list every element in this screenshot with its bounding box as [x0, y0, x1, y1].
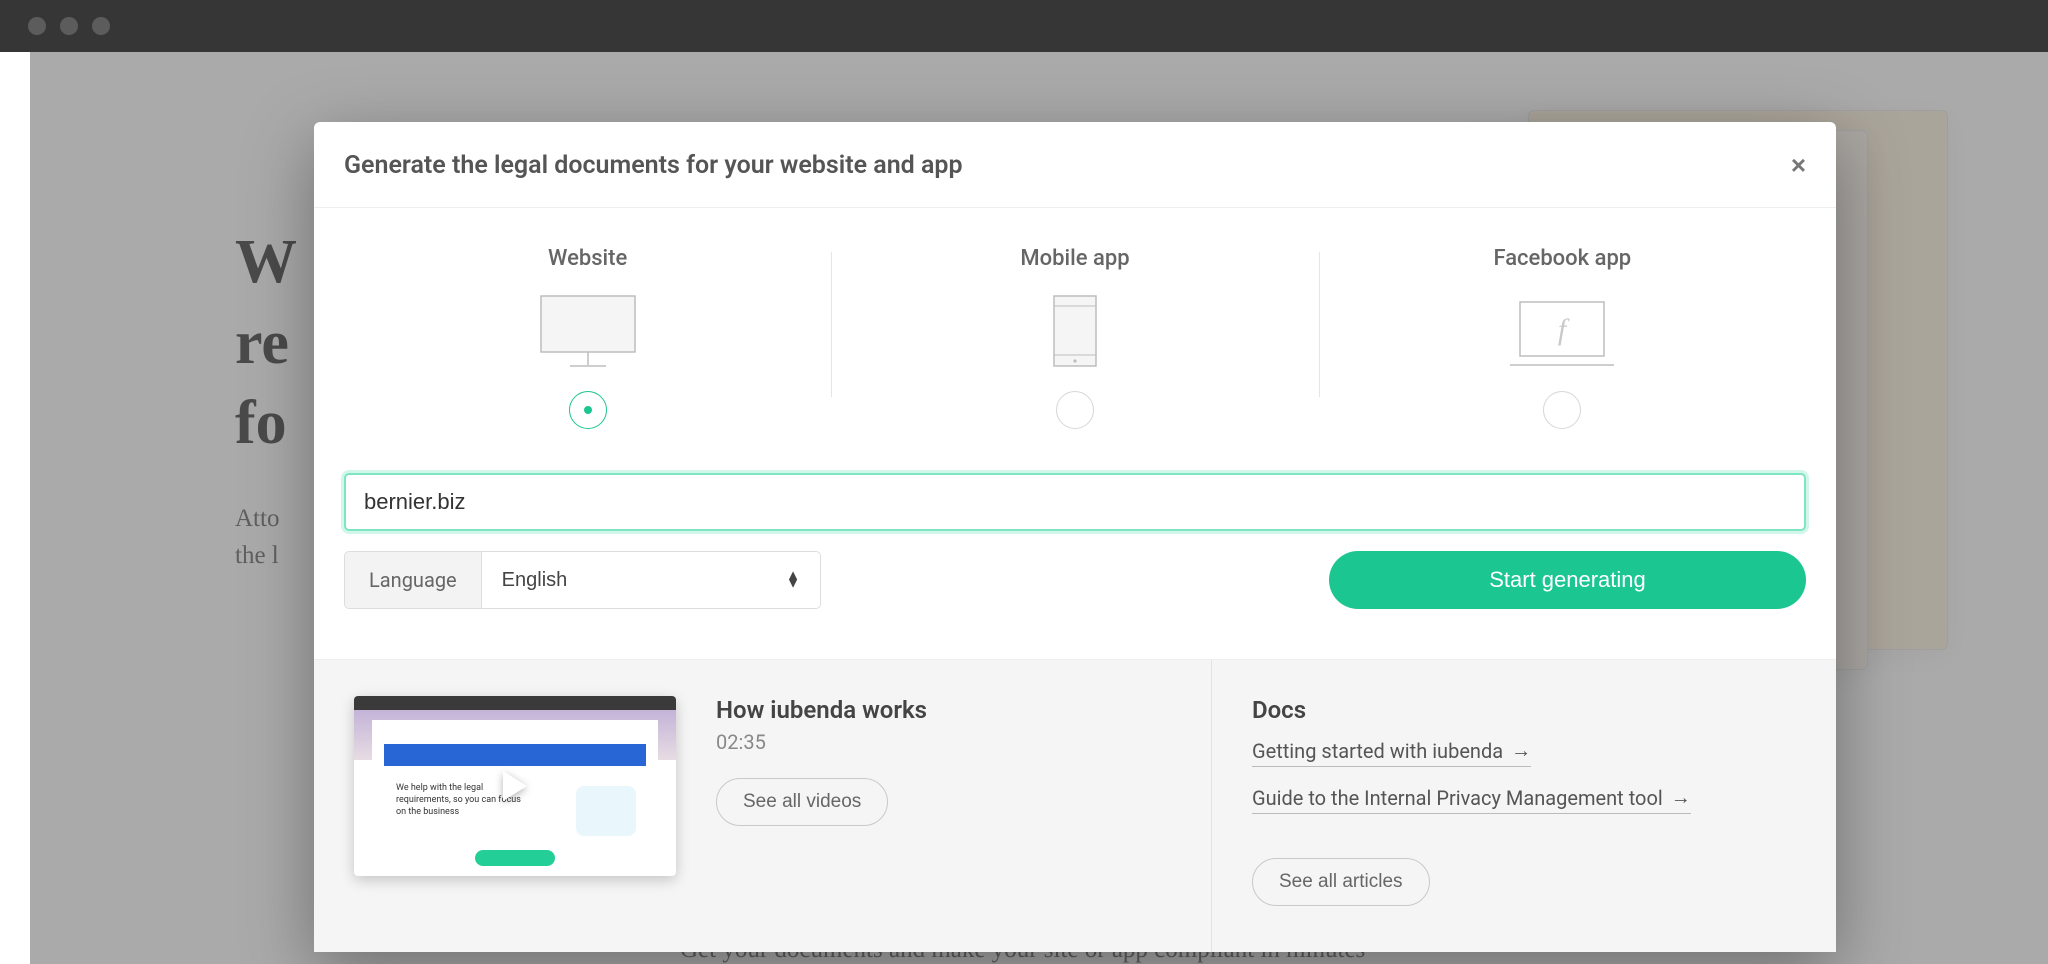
modal-overlay: Generate the legal documents for your we… [30, 52, 2048, 964]
phone-icon [1053, 295, 1097, 367]
language-group: Language English ▲▼ [344, 551, 821, 609]
generate-modal: Generate the legal documents for your we… [314, 122, 1836, 952]
platform-label: Facebook app [1493, 246, 1631, 271]
url-input[interactable] [344, 473, 1806, 531]
language-label: Language [345, 552, 482, 608]
video-info: How iubenda works 02:35 See all videos [716, 696, 927, 906]
platform-row: Website Mobile app [314, 208, 1836, 439]
platform-radio[interactable] [1543, 391, 1581, 429]
doc-link-privacy-management[interactable]: Guide to the Internal Privacy Management… [1252, 785, 1691, 814]
arrow-right-icon: → [1511, 738, 1531, 763]
play-icon [503, 771, 527, 801]
see-all-articles-button[interactable]: See all articles [1252, 858, 1430, 906]
doc-link-getting-started[interactable]: Getting started with iubenda → [1252, 738, 1531, 767]
laptop-facebook-icon: f [1510, 295, 1614, 367]
modal-title: Generate the legal documents for your we… [344, 151, 963, 180]
doc-link-label: Guide to the Internal Privacy Management… [1252, 786, 1663, 810]
video-duration: 02:35 [716, 730, 927, 754]
url-row [314, 439, 1836, 531]
docs-panel: Docs Getting started with iubenda → Guid… [1212, 660, 1836, 952]
platform-radio[interactable] [1056, 391, 1094, 429]
platform-website[interactable]: Website [344, 246, 831, 429]
start-generating-button[interactable]: Start generating [1329, 551, 1806, 609]
platform-label: Mobile app [1020, 246, 1129, 271]
traffic-light-min-icon[interactable] [60, 17, 78, 35]
doc-link-label: Getting started with iubenda [1252, 739, 1503, 763]
traffic-light-close-icon[interactable] [28, 17, 46, 35]
footer-panels: We help with the legal requirements, so … [314, 659, 1836, 952]
platform-mobile[interactable]: Mobile app [831, 246, 1318, 429]
platform-facebook[interactable]: Facebook app f [1319, 246, 1806, 429]
platform-radio[interactable] [569, 391, 607, 429]
arrow-right-icon: → [1671, 785, 1691, 810]
video-panel: We help with the legal requirements, so … [314, 660, 1212, 952]
monitor-icon [540, 295, 636, 367]
video-title: How iubenda works [716, 696, 927, 724]
platform-label: Website [548, 246, 627, 271]
window-chrome [0, 0, 2048, 52]
docs-links: Getting started with iubenda → Guide to … [1252, 738, 1796, 832]
docs-title: Docs [1252, 696, 1796, 724]
traffic-light-max-icon[interactable] [92, 17, 110, 35]
video-thumbnail[interactable]: We help with the legal requirements, so … [354, 696, 676, 876]
language-select[interactable]: English [482, 552, 820, 608]
see-all-videos-button[interactable]: See all videos [716, 778, 888, 826]
modal-header: Generate the legal documents for your we… [314, 122, 1836, 208]
controls-row: Language English ▲▼ Start generating [314, 531, 1836, 659]
close-icon[interactable]: × [1791, 150, 1806, 181]
